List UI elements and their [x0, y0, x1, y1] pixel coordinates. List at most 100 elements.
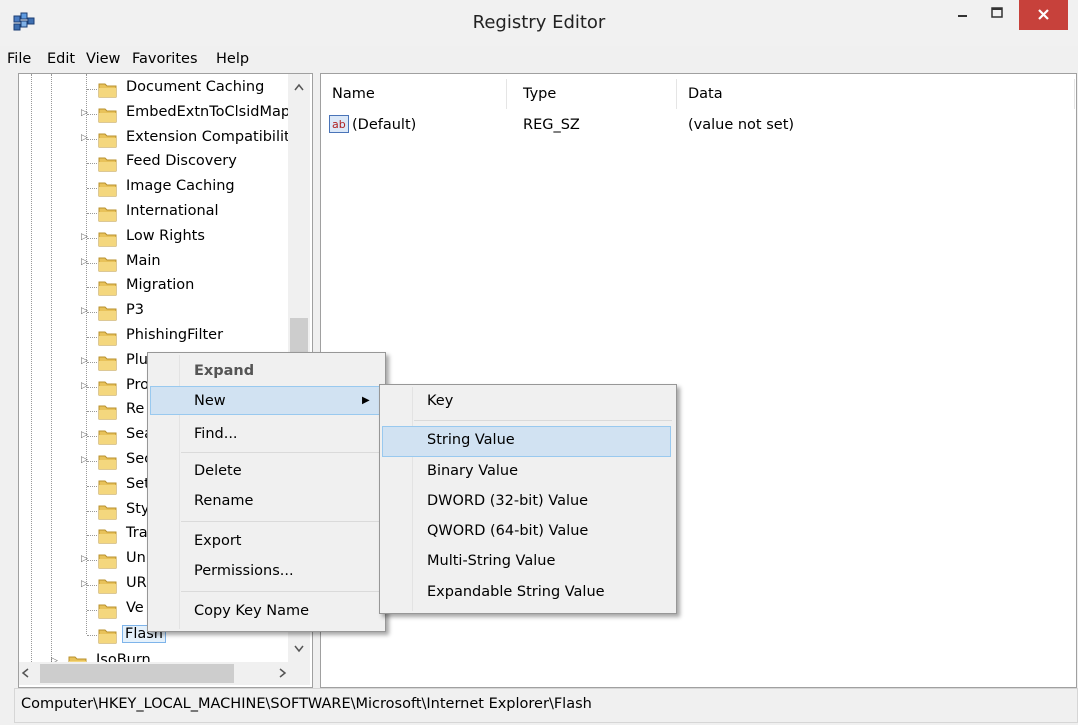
tree-item-label: UR	[126, 575, 147, 591]
tree-connector	[87, 188, 97, 190]
tree-hscroll-thumb[interactable]	[40, 664, 234, 683]
status-bar: Computer\HKEY_LOCAL_MACHINE\SOFTWARE\Mic…	[14, 688, 1078, 723]
tree-item[interactable]: Feed Discovery	[19, 151, 294, 175]
tree-connector	[87, 609, 97, 611]
tree-connector	[87, 337, 97, 338]
menu-edit[interactable]: Edit	[47, 51, 75, 67]
menu-expand[interactable]: Expand	[194, 363, 254, 379]
tree-item[interactable]: ▷ Extension Compatibility	[19, 127, 298, 151]
menu-find[interactable]: Find...	[194, 426, 238, 442]
submenu-string-value[interactable]: String Value	[427, 432, 515, 448]
expand-arrow-icon[interactable]: ▷	[81, 455, 88, 465]
value-data: (value not set)	[688, 117, 795, 133]
folder-icon	[98, 155, 117, 172]
tree-item[interactable]: Image Caching	[19, 176, 294, 200]
expand-arrow-icon[interactable]: ▷	[81, 133, 88, 143]
folder-icon	[98, 180, 117, 197]
folder-icon	[98, 478, 117, 495]
maximize-button[interactable]	[978, 0, 1017, 28]
tree-connector	[87, 163, 97, 165]
folder-icon	[98, 602, 117, 619]
tree-item[interactable]: ▷ P3	[19, 300, 294, 324]
menu-file[interactable]: File	[7, 51, 31, 67]
minimize-button[interactable]	[949, 0, 978, 28]
tree-connector	[87, 436, 97, 438]
close-icon	[1038, 9, 1049, 20]
tree-item[interactable]: ▷ Low Rights	[19, 226, 294, 250]
column-data-header[interactable]: Data	[688, 86, 723, 102]
tree-item-label: Tra	[126, 525, 148, 542]
tree-item[interactable]: Migration	[19, 275, 294, 299]
tree-item-label: Image Caching	[126, 178, 235, 195]
value-name[interactable]: (Default)	[352, 117, 416, 133]
menu-permissions[interactable]: Permissions...	[194, 563, 294, 579]
tree-connector	[87, 237, 97, 239]
tree-connector	[87, 535, 97, 537]
close-button[interactable]	[1019, 0, 1068, 30]
expand-arrow-icon[interactable]: ▷	[81, 232, 88, 242]
tree-item[interactable]: International	[19, 201, 294, 225]
menu-view[interactable]: View	[86, 51, 120, 67]
folder-icon	[98, 205, 117, 222]
tree-connector	[87, 287, 97, 289]
menu-new[interactable]: New	[194, 393, 226, 409]
expand-arrow-icon[interactable]: ▷	[81, 579, 88, 589]
menu-favorites[interactable]: Favorites	[132, 51, 198, 67]
tree-item-label: EmbedExtnToClsidMap	[126, 103, 291, 120]
submenu-key[interactable]: Key	[427, 393, 453, 409]
folder-icon	[98, 304, 117, 321]
tree-connector	[87, 312, 97, 314]
expand-arrow-icon[interactable]: ▷	[81, 108, 88, 118]
tree-item-label: Re	[126, 401, 145, 418]
folder-icon	[98, 453, 117, 470]
tree-item-label: Low Rights	[126, 227, 205, 244]
tree-item-label: Feed Discovery	[126, 153, 237, 170]
tree-item-label: Document Caching	[126, 79, 265, 95]
submenu-multi-string-value[interactable]: Multi-String Value	[427, 553, 555, 569]
expand-arrow-icon[interactable]: ▷	[81, 306, 88, 316]
window-title: Registry Editor	[472, 12, 606, 33]
tree-item[interactable]: Document Caching	[19, 77, 294, 101]
folder-icon	[98, 279, 117, 296]
expand-arrow-icon[interactable]: ▷	[81, 356, 88, 366]
submenu-dword-value[interactable]: DWORD (32-bit) Value	[427, 493, 588, 509]
folder-icon	[98, 354, 117, 371]
tree-item-label: Migration	[126, 277, 195, 294]
tree-connector	[87, 485, 97, 487]
submenu-binary-value[interactable]: Binary Value	[427, 463, 518, 479]
submenu-qword-value[interactable]: QWORD (64-bit) Value	[427, 523, 588, 539]
tree-item[interactable]: PhishingFilter	[19, 325, 294, 349]
tree-connector	[87, 560, 97, 562]
value-type: REG_SZ	[523, 117, 580, 133]
expand-arrow-icon[interactable]: ▷	[81, 257, 88, 267]
tree-connector	[87, 213, 97, 214]
tree-connector	[87, 411, 97, 413]
submenu-expandable-string-value[interactable]: Expandable String Value	[427, 584, 605, 600]
column-type-header[interactable]: Type	[523, 86, 556, 102]
folder-icon	[98, 81, 117, 98]
tree-item[interactable]: ▷ Main	[19, 251, 294, 275]
expand-arrow-icon[interactable]: ▷	[81, 381, 88, 391]
menu-export[interactable]: Export	[194, 533, 241, 549]
new-submenu: Key String Value Binary Value DWORD (32-…	[379, 384, 677, 614]
menu-help[interactable]: Help	[216, 51, 249, 67]
tree-connector	[87, 89, 97, 90]
tree-connector	[87, 461, 97, 462]
expand-arrow-icon[interactable]: ▷	[81, 430, 88, 440]
menu-delete[interactable]: Delete	[194, 463, 242, 479]
tree-connector	[87, 113, 97, 115]
expand-arrow-icon[interactable]: ▷	[81, 554, 88, 564]
column-name-header[interactable]: Name	[332, 86, 375, 102]
folder-icon	[98, 131, 117, 148]
tree-connector	[87, 361, 97, 363]
tree-connector	[87, 138, 97, 140]
tree-item-label: International	[126, 203, 219, 219]
tree-item[interactable]: ▷ EmbedExtnToClsidMap	[19, 102, 294, 126]
tree-connector	[87, 262, 97, 264]
menu-rename[interactable]: Rename	[194, 493, 253, 509]
folder-icon	[98, 379, 117, 396]
tree-item-label: Sty	[126, 500, 150, 517]
folder-icon	[98, 503, 117, 520]
tree-item-label: Main	[126, 252, 161, 269]
menu-copy-key-name[interactable]: Copy Key Name	[194, 603, 309, 619]
